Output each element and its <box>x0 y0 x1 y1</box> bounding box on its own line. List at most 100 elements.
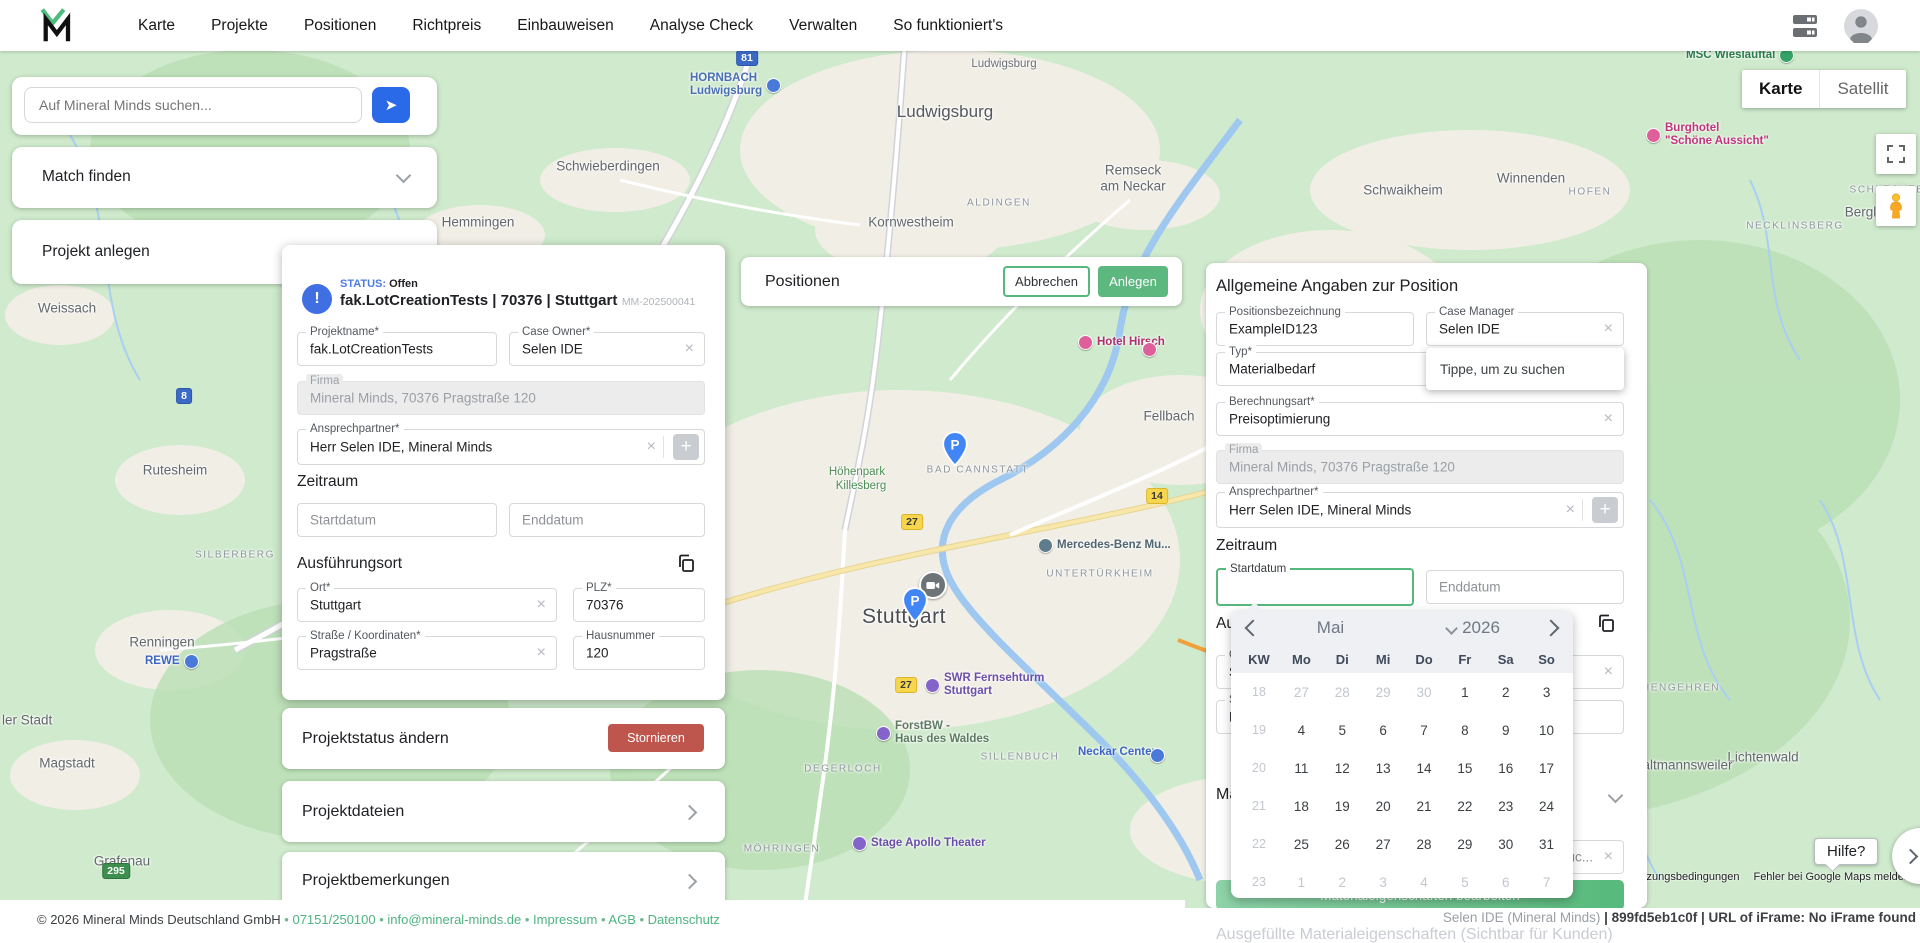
case-manager-field[interactable]: Case Manager Selen IDE × <box>1426 312 1624 346</box>
poi-marker-icon[interactable] <box>1646 128 1661 143</box>
calendar-day[interactable]: 5 <box>1444 875 1485 890</box>
poi-marker-icon[interactable] <box>925 678 940 693</box>
nav-item[interactable]: Karte <box>138 17 175 35</box>
calendar-day[interactable]: 18 <box>1281 799 1322 814</box>
clear-icon[interactable]: × <box>1604 849 1613 865</box>
calendar-day[interactable]: 6 <box>1363 723 1404 738</box>
chevron-down-icon[interactable] <box>396 168 412 184</box>
match-finden-card[interactable]: Match finden <box>12 147 437 208</box>
footer-link[interactable]: 07151/250100 <box>292 912 375 927</box>
map-poi[interactable] <box>1142 342 1157 357</box>
poi-marker-icon[interactable] <box>766 78 781 93</box>
calendar-day[interactable]: 24 <box>1526 799 1567 814</box>
copy-icon[interactable] <box>676 553 696 573</box>
hausnummer-field[interactable]: Hausnummer 120 <box>573 636 705 670</box>
clear-icon[interactable]: × <box>1604 321 1613 337</box>
startdatum-field[interactable]: Startdatum <box>297 503 497 537</box>
calendar-day[interactable]: 2 <box>1322 875 1363 890</box>
clear-icon[interactable]: × <box>685 341 694 357</box>
calendar-day[interactable]: 16 <box>1485 761 1526 776</box>
calendar-month[interactable]: Mai <box>1259 618 1402 638</box>
calendar-day[interactable]: 6 <box>1485 875 1526 890</box>
projektname-field[interactable]: Projektname* fak.LotCreationTests <box>297 332 497 366</box>
clear-icon[interactable]: × <box>647 439 656 455</box>
ansprechpartner-field[interactable]: Ansprechpartner* Herr Selen IDE, Mineral… <box>1216 492 1624 528</box>
calendar-day[interactable]: 9 <box>1485 723 1526 738</box>
calendar-day[interactable]: 10 <box>1526 723 1567 738</box>
poi-marker-icon[interactable] <box>1078 335 1093 350</box>
calendar-day[interactable]: 25 <box>1281 837 1322 852</box>
calendar-day[interactable]: 27 <box>1363 837 1404 852</box>
calendar-day[interactable]: 1 <box>1444 685 1485 700</box>
calendar-day[interactable]: 11 <box>1281 761 1322 776</box>
calendar-day[interactable]: 28 <box>1322 685 1363 700</box>
strasse-field[interactable]: Straße / Koordinaten* Pragstraße × <box>297 636 557 670</box>
clear-icon[interactable]: × <box>1604 411 1613 427</box>
poi-marker-icon[interactable] <box>1142 342 1157 357</box>
enddatum-field[interactable]: Enddatum <box>509 503 705 537</box>
calendar-day[interactable]: 21 <box>1404 799 1445 814</box>
calendar-day[interactable]: 29 <box>1444 837 1485 852</box>
poi-marker-icon[interactable] <box>184 654 199 669</box>
projektdateien-card[interactable]: Projektdateien <box>282 781 725 842</box>
footer-link[interactable]: info@mineral-minds.de <box>387 912 521 927</box>
ansprechpartner-field[interactable]: Ansprechpartner* Herr Selen IDE, Mineral… <box>297 429 705 465</box>
anlegen-button[interactable]: Anlegen <box>1098 266 1168 297</box>
map-type-karte[interactable]: Karte <box>1742 70 1819 108</box>
case-owner-field[interactable]: Case Owner* Selen IDE × <box>509 332 705 366</box>
calendar-day[interactable]: 4 <box>1404 875 1445 890</box>
footer-link[interactable]: Datenschutz <box>648 912 720 927</box>
map-poi[interactable]: Stage Apollo Theater <box>852 836 986 851</box>
berechnungsart-field[interactable]: Berechnungsart* Preisoptimierung × <box>1216 402 1624 436</box>
nav-item[interactable]: Positionen <box>304 17 376 35</box>
map-poi[interactable]: Mercedes-Benz Mu... <box>1038 538 1171 553</box>
calendar-day[interactable]: 3 <box>1526 685 1567 700</box>
stornieren-button[interactable]: Stornieren <box>608 724 704 752</box>
clear-icon[interactable]: × <box>537 645 546 661</box>
map-poi[interactable]: REWE <box>145 654 199 669</box>
search-submit-button[interactable]: ➤ <box>372 87 410 123</box>
nav-item[interactable]: Analyse Check <box>650 17 753 35</box>
calendar-day[interactable]: 30 <box>1404 685 1445 700</box>
enddatum-field[interactable]: Enddatum <box>1426 570 1624 604</box>
card-terminal-icon[interactable] <box>1790 13 1820 39</box>
calendar-day[interactable]: 3 <box>1363 875 1404 890</box>
calendar-year[interactable]: 2026 <box>1462 618 1500 638</box>
calendar-day[interactable]: 1 <box>1281 875 1322 890</box>
user-avatar[interactable] <box>1844 9 1878 43</box>
map-poi[interactable] <box>1150 748 1165 763</box>
search-input[interactable] <box>24 87 362 123</box>
footer-link[interactable]: Impressum <box>533 912 597 927</box>
fullscreen-button[interactable] <box>1876 134 1916 174</box>
calendar-day[interactable]: 15 <box>1444 761 1485 776</box>
map-poi[interactable]: Burghotel"Schöne Aussicht" <box>1646 122 1769 148</box>
calendar-day[interactable]: 19 <box>1322 799 1363 814</box>
chevron-right-icon[interactable] <box>682 805 698 821</box>
calendar-day[interactable]: 30 <box>1485 837 1526 852</box>
nav-item[interactable]: Richtpreis <box>412 17 481 35</box>
startdatum-field-focused[interactable]: Startdatum <box>1216 568 1414 606</box>
calendar-day[interactable]: 17 <box>1526 761 1567 776</box>
copy-icon[interactable] <box>1596 613 1616 633</box>
poi-marker-icon[interactable] <box>1038 538 1053 553</box>
poi-marker-icon[interactable] <box>876 726 891 741</box>
clear-icon[interactable]: × <box>537 597 546 613</box>
calendar-day[interactable]: 29 <box>1363 685 1404 700</box>
calendar-day[interactable]: 31 <box>1526 837 1567 852</box>
calendar-next-icon[interactable] <box>1543 620 1560 637</box>
calendar-day[interactable]: 14 <box>1404 761 1445 776</box>
attribution-report[interactable]: Fehler bei Google Maps melden <box>1753 871 1910 883</box>
footer-link[interactable]: AGB <box>608 912 635 927</box>
abbrechen-button[interactable]: Abbrechen <box>1003 266 1090 297</box>
map-poi[interactable]: HORNBACHLudwigsburg <box>690 72 781 98</box>
nav-item[interactable]: Einbauweisen <box>517 17 614 35</box>
dropdown-option[interactable]: Tippe, um zu suchen <box>1440 362 1565 377</box>
calendar-day[interactable]: 22 <box>1444 799 1485 814</box>
calendar-day[interactable]: 4 <box>1281 723 1322 738</box>
pegman-button[interactable] <box>1876 186 1916 226</box>
map-poi[interactable]: SWR FernsehturmStuttgart <box>925 672 1044 698</box>
calendar-day[interactable]: 23 <box>1485 799 1526 814</box>
mineral-minds-logo[interactable] <box>38 7 74 48</box>
positionsbezeichnung-field[interactable]: Positionsbezeichnung ExampleID123 <box>1216 312 1414 346</box>
add-contact-button[interactable]: + <box>673 434 699 460</box>
